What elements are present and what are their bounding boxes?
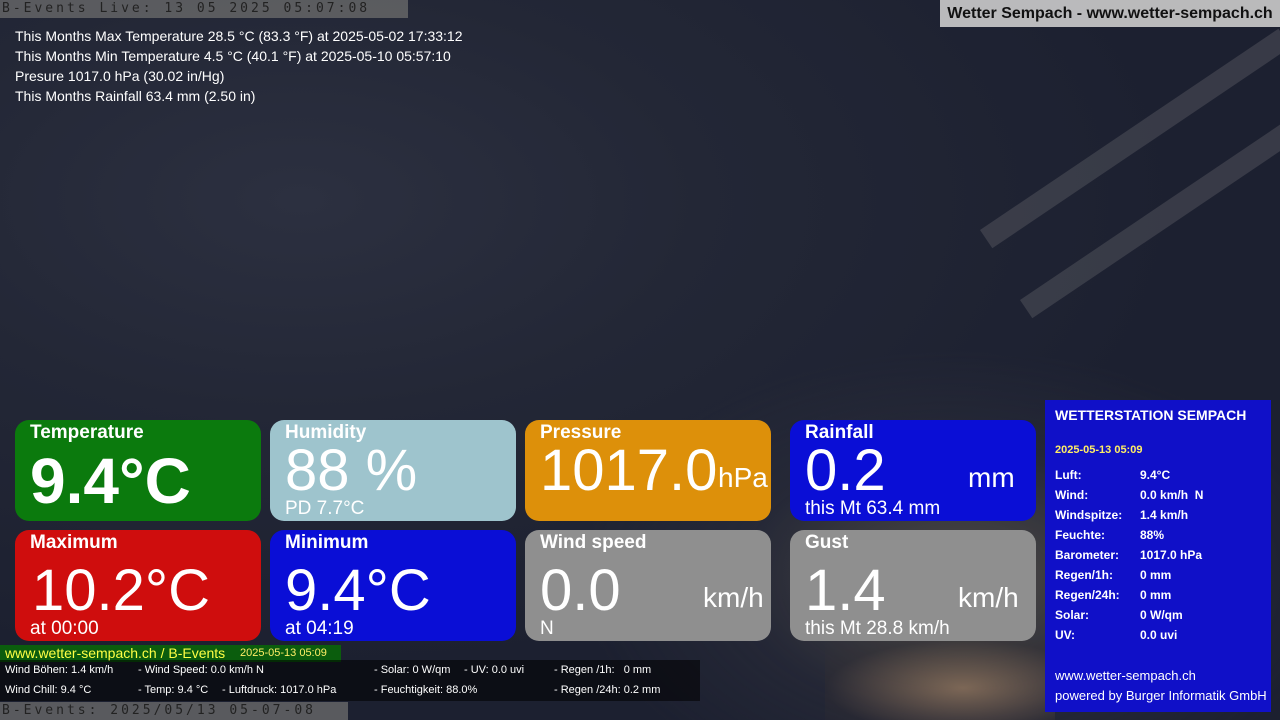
- tile-label: Minimum: [285, 532, 369, 553]
- row-key: UV:: [1055, 628, 1076, 642]
- roof-silhouette: [980, 28, 1280, 249]
- station-row: Feuchte: 88%: [1055, 528, 1265, 548]
- station-footer-url[interactable]: www.wetter-sempach.ch: [1055, 668, 1196, 683]
- station-row: Regen/24h: 0 mm: [1055, 588, 1265, 608]
- row-value: 0 mm: [1140, 588, 1172, 602]
- minimum-value: 9.4°C: [285, 558, 431, 623]
- rain-24h-text: - Regen /24h: 0.2 mm: [554, 684, 661, 696]
- rainfall-month: this Mt 63.4 mm: [805, 498, 941, 519]
- row-key: Wind:: [1055, 488, 1089, 502]
- temp-text: - Temp: 9.4 °C: [138, 684, 209, 696]
- humidity-text: - Feuchtigkeit: 88.0%: [374, 684, 478, 696]
- tile-temperature: Temperature 9.4°C: [15, 420, 261, 521]
- row-value: 0.0 km/h N: [1140, 488, 1204, 502]
- tile-rainfall: Rainfall 0.2 mm this Mt 63.4 mm: [790, 420, 1036, 521]
- station-row: Luft: 9.4°C: [1055, 468, 1265, 488]
- minimum-time: at 04:19: [285, 618, 354, 639]
- maximum-value: 10.2°C: [32, 558, 210, 623]
- maximum-time: at 00:00: [30, 618, 99, 639]
- row-key: Regen/1h:: [1055, 568, 1114, 582]
- tile-maximum: Maximum 10.2°C at 00:00: [15, 530, 261, 641]
- pressure-unit: hPa: [718, 462, 768, 493]
- wind-speed-value: 0.0: [540, 558, 621, 623]
- pressure-value: 1017.0: [540, 438, 718, 503]
- camera-timestamp-bottom: B-Events: 2025/05/13 05-07-08: [0, 702, 348, 720]
- lit-ground: [825, 640, 1055, 720]
- wind-chill-text: Wind Chill: 9.4 °C: [5, 684, 92, 696]
- wind-gust-text: Wind Böhen: 1.4 km/h: [5, 664, 114, 676]
- stat-max-temp: This Months Max Temperature 28.5 °C (83.…: [15, 28, 463, 44]
- row-key: Solar:: [1055, 608, 1090, 622]
- wind-speed-unit: km/h: [703, 582, 764, 613]
- rainfall-value: 0.2: [805, 438, 886, 503]
- row-key: Luft:: [1055, 468, 1082, 482]
- row-value: 1.4 km/h: [1140, 508, 1189, 522]
- monthly-stats: This Months Max Temperature 28.5 °C (83.…: [15, 26, 463, 106]
- stat-rainfall: This Months Rainfall 63.4 mm (2.50 in): [15, 88, 256, 104]
- pressure-text: - Luftdruck: 1017.0 hPa: [222, 684, 337, 696]
- station-row: Wind: 0.0 km/h N: [1055, 488, 1265, 508]
- tile-minimum: Minimum 9.4°C at 04:19: [270, 530, 516, 641]
- roof-silhouette-lower: [1020, 121, 1280, 319]
- gust-month: this Mt 28.8 km/h: [805, 618, 950, 639]
- row-value: 0 W/qm: [1140, 608, 1183, 622]
- row-value: 9.4°C: [1140, 468, 1171, 482]
- tile-pressure: Pressure 1017.0 hPa: [525, 420, 771, 521]
- row-value: 0.0 uvi: [1140, 628, 1178, 642]
- tile-label: Gust: [805, 532, 849, 553]
- rainfall-unit: mm: [968, 462, 1015, 493]
- station-row: UV: 0.0 uvi: [1055, 628, 1265, 648]
- stat-min-temp: This Months Min Temperature 4.5 °C (40.1…: [15, 48, 451, 64]
- station-title: WETTERSTATION SEMPACH: [1055, 407, 1247, 423]
- row-value: 1017.0 hPa: [1140, 548, 1203, 562]
- dew-point: PD 7.7°C: [285, 498, 365, 519]
- tile-label: Wind speed: [540, 532, 647, 553]
- gust-unit: km/h: [958, 582, 1019, 613]
- station-row: Barometer: 1017.0 hPa: [1055, 548, 1265, 568]
- tile-humidity: Humidity 88 % PD 7.7°C: [270, 420, 516, 521]
- wind-speed-text: - Wind Speed: 0.0 km/h N: [138, 664, 264, 676]
- station-row: Solar: 0 W/qm: [1055, 608, 1265, 628]
- tile-label: Temperature: [30, 422, 144, 443]
- tile-gust: Gust 1.4 km/h this Mt 28.8 km/h: [790, 530, 1036, 641]
- stat-pressure: Presure 1017.0 hPa (30.02 in/Hg): [15, 68, 225, 84]
- site-title: Wetter Sempach - www.wetter-sempach.ch: [940, 0, 1280, 27]
- gust-value: 1.4: [805, 558, 886, 623]
- weather-station-panel: WETTERSTATION SEMPACH 2025-05-13 05:09 L…: [1045, 400, 1271, 712]
- row-key: Windspitze:: [1055, 508, 1123, 522]
- solar-text: - Solar: 0 W/qm: [374, 664, 451, 676]
- camera-timestamp-top: B-Events Live: 13 05 2025 05:07:08: [0, 0, 408, 18]
- tile-wind-speed: Wind speed 0.0 km/h N: [525, 530, 771, 641]
- humidity-value: 88 %: [285, 438, 418, 503]
- row-key: Feuchte:: [1055, 528, 1106, 542]
- station-row: Windspitze: 1.4 km/h: [1055, 508, 1265, 528]
- station-date: 2025-05-13 05:09: [1055, 444, 1143, 456]
- row-value: 0 mm: [1140, 568, 1172, 582]
- wind-direction: N: [540, 618, 554, 639]
- rain-1h-text: - Regen /1h: 0 mm: [554, 664, 652, 676]
- temperature-value: 9.4°C: [30, 445, 191, 517]
- station-footer-powered: powered by Burger Informatik GmbH: [1055, 688, 1267, 703]
- row-value: 88%: [1140, 528, 1165, 542]
- bottom-weather-bar: Wind Böhen: 1.4 km/h - Wind Speed: 0.0 k…: [0, 660, 700, 701]
- station-row: Regen/1h: 0 mm: [1055, 568, 1265, 588]
- row-key: Barometer:: [1055, 548, 1120, 562]
- tile-label: Maximum: [30, 532, 118, 553]
- row-key: Regen/24h:: [1055, 588, 1120, 602]
- uv-text: - UV: 0.0 uvi: [464, 664, 525, 676]
